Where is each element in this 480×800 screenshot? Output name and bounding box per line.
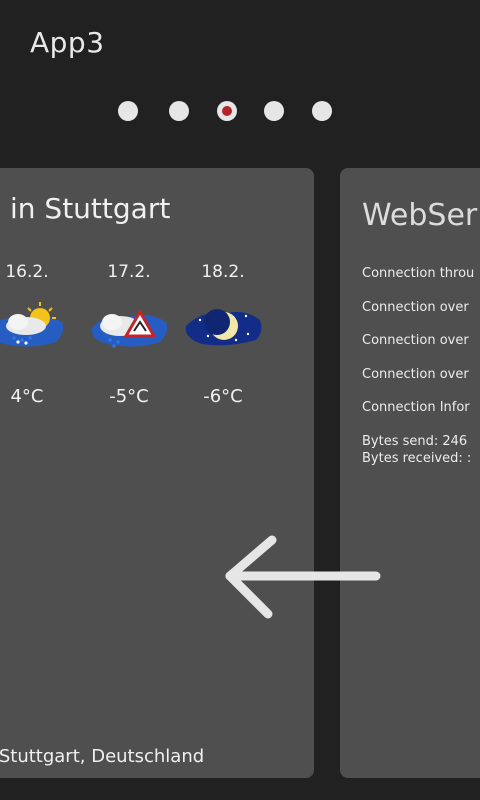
bytes-received: Bytes received: : <box>362 451 472 466</box>
bytes-send: Bytes send: 246 <box>362 434 468 449</box>
swipe-left-arrow-icon <box>222 534 382 620</box>
connection-line-1: Connection throu <box>362 266 475 281</box>
forecast-temp: -6°C <box>203 386 243 407</box>
connection-line-3: Connection over <box>362 333 469 348</box>
page-dot-1[interactable] <box>118 101 138 121</box>
connection-info-line: Connection Infor <box>362 400 470 415</box>
location-label: t: Stuttgart, Deutschland <box>0 746 205 767</box>
page-dot-3-active[interactable] <box>217 101 237 121</box>
page-dot-5[interactable] <box>312 101 332 121</box>
forecast-temp: -5°C <box>109 386 149 407</box>
page-dot-2[interactable] <box>169 101 189 121</box>
connection-line-2: Connection over <box>362 300 469 315</box>
rain-warning-icon <box>84 298 174 352</box>
page-dot-4[interactable] <box>264 101 284 121</box>
forecast-temp: 4°C <box>10 386 44 407</box>
weather-title: in Stuttgart <box>10 192 171 225</box>
night-moon-icon <box>178 298 268 352</box>
weather-panel[interactable]: in Stuttgart 16.2. 4°C 17.2. -5°C 18.2. … <box>0 168 314 778</box>
forecast-date: 17.2. <box>107 262 151 282</box>
rain-snow-sun-icon <box>0 298 72 352</box>
forecast-date: 18.2. <box>201 262 245 282</box>
connection-line-4: Connection over <box>362 367 469 382</box>
webserver-title: WebSer <box>362 198 478 233</box>
webserver-panel[interactable]: WebSer Connection throu Connection over … <box>340 168 480 778</box>
app-title: App3 <box>30 26 105 59</box>
page-indicator <box>118 101 334 121</box>
forecast-date: 16.2. <box>5 262 49 282</box>
